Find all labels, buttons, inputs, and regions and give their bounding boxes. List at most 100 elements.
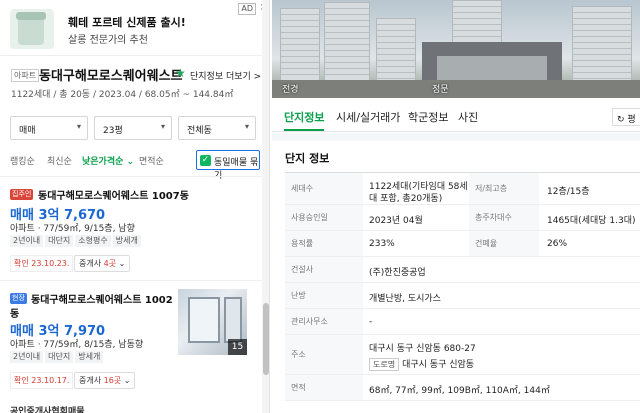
photo-label-gate: 정문 bbox=[432, 85, 449, 95]
info-value-cont: 대 포함, 총20개동) bbox=[369, 194, 443, 204]
info-value: 개별난방, 도시가스 bbox=[369, 294, 441, 304]
listing-title: 동대구해모로스퀘어웨스트 1007동 bbox=[38, 191, 189, 202]
chip: 대단지 bbox=[45, 351, 74, 363]
agent-count: 16곳 bbox=[103, 376, 122, 385]
info-key: 면적 bbox=[285, 375, 363, 400]
road-name-tag: 도로명 bbox=[369, 358, 400, 371]
complex-info-table: 세대수 1122세대(기타임대 58세 대 포함, 총20개동) 저/최고층 1… bbox=[285, 172, 640, 401]
filter-bar: 매매 ▾ 23평 ▾ 전체동 ▾ bbox=[0, 116, 269, 140]
refresh-button[interactable]: ↻ 평 bbox=[612, 108, 640, 126]
agent-count: 4곳 bbox=[103, 259, 117, 268]
info-value: 대구시 동구 신암동 680-27 bbox=[369, 344, 476, 354]
listing-title-cont: 동 bbox=[10, 309, 20, 320]
ad-title: 훼테 포르테 신제품 출시! bbox=[68, 16, 186, 29]
complex-photo[interactable]: 전경 정문 bbox=[272, 0, 640, 98]
road-address: 도로명 대구시 동구 신암동 bbox=[369, 357, 474, 371]
agent-label: 중개사 bbox=[79, 259, 102, 268]
info-key: 저/최고층 bbox=[469, 173, 539, 204]
detail-panel: 전경 정문 단지정보 시세/실거래가 학군정보 사진 ↻ 평 단지 정보 세대수… bbox=[272, 0, 640, 413]
sort-bar: 랭킹순 최신순 낮은가격순 ⌄ 면적순 ✓ 동일매물 묶기 bbox=[0, 149, 269, 181]
agent-label: 중개사 bbox=[79, 376, 102, 385]
info-value: 2023년 04월 bbox=[369, 216, 423, 226]
chip: 소형평수 bbox=[75, 235, 111, 247]
select-value: 전체동 bbox=[187, 126, 212, 136]
chip: 대단지 bbox=[45, 235, 74, 247]
listing-desc: 아파트 · 77/59㎡, 8/15층, 남동향 bbox=[10, 340, 144, 350]
listing-item[interactable]: 집주인 동대구해모로스퀘어웨스트 1007동 매매 3억 7,670 아파트 ·… bbox=[0, 176, 262, 274]
ad-product-image bbox=[10, 9, 54, 49]
info-row: 난방 개별난방, 도시가스 bbox=[285, 283, 640, 309]
select-value: 매매 bbox=[19, 126, 36, 136]
complex-meta: 1122세대 / 총 20동 / 2023.04 / 68.05㎡ ~ 144.… bbox=[11, 90, 234, 100]
complex-name: 동대구해모로스퀘어웨스트 bbox=[39, 69, 183, 84]
sort-ranking[interactable]: 랭킹순 bbox=[10, 154, 35, 167]
star-icon[interactable]: ★ bbox=[175, 66, 186, 80]
agent-dropdown[interactable]: 중개사 4곳 ⌄ bbox=[74, 255, 131, 272]
chip: 2년이내 bbox=[10, 235, 44, 247]
info-key: 건설사 bbox=[285, 257, 363, 282]
scrollbar[interactable] bbox=[262, 0, 269, 413]
chevron-down-icon: ⌄ bbox=[118, 259, 126, 268]
tab-photos[interactable]: 사진 bbox=[458, 109, 478, 125]
photo-label-view: 전경 bbox=[282, 85, 299, 95]
listing-title: 동대구해모로스퀘어웨스트 1002 bbox=[31, 295, 173, 306]
info-key: 주소 bbox=[285, 335, 363, 374]
info-value: 233% bbox=[369, 239, 395, 249]
complex-info-link[interactable]: 단지정보 더보기 > bbox=[190, 69, 261, 82]
chevron-down-icon: ▾ bbox=[76, 122, 81, 131]
sort-latest[interactable]: 최신순 bbox=[47, 154, 72, 167]
listing-item[interactable]: 현장 동대구해모로스퀘어웨스트 1002 동 매매 3억 7,970 아파트 ·… bbox=[0, 280, 262, 390]
confirm-date: 확인 23.10.17. bbox=[10, 372, 74, 389]
info-row: 관리사무소 - bbox=[285, 309, 640, 335]
trade-type-select[interactable]: 매매 ▾ bbox=[10, 116, 88, 140]
complex-header: 아파트 동대구해모로스퀘어웨스트 ★ 단지정보 더보기 > 1122세대 / 총… bbox=[0, 60, 269, 106]
listing-chips: 2년이내 대단지 방세개 bbox=[10, 351, 105, 364]
section-title: 단지 정보 bbox=[285, 152, 330, 165]
scrollbar-thumb[interactable] bbox=[263, 303, 269, 375]
info-key: 용적률 bbox=[285, 231, 363, 256]
active-tab-indicator bbox=[284, 129, 324, 131]
road-address-value: 대구시 동구 신암동 bbox=[402, 360, 475, 370]
listing-panel: 훼테 포르테 신제품 출시! 살롱 전문가의 추천 AD × 아파트 동대구해모… bbox=[0, 0, 270, 413]
agent-dropdown[interactable]: 중개사 16곳 ⌄ bbox=[74, 372, 136, 389]
group-same-listing-toggle[interactable]: ✓ 동일매물 묶기 bbox=[196, 150, 260, 181]
info-row: 주소 대구시 동구 신암동 680-27 도로명 대구시 동구 신암동 bbox=[285, 335, 640, 375]
info-row: 사용승인일 2023년 04월 총주차대수 1465대(세대당 1.3대) bbox=[285, 205, 640, 231]
info-row: 면적 68㎡, 77㎡, 99㎡, 109B㎡, 110A㎡, 144㎡ bbox=[285, 375, 640, 401]
section-header-cut: 공인중개사협회매물 bbox=[10, 407, 85, 413]
tab-complex-info[interactable]: 단지정보 bbox=[284, 109, 324, 125]
chevron-down-icon: ⌄ bbox=[123, 376, 131, 385]
listing-photo[interactable]: 15 bbox=[178, 289, 247, 355]
info-key: 세대수 bbox=[285, 173, 363, 204]
sort-low-price[interactable]: 낮은가격순 ⌄ bbox=[82, 154, 134, 167]
info-key: 난방 bbox=[285, 283, 363, 308]
chip: 방세개 bbox=[112, 235, 141, 247]
info-value: 1465대(세대당 1.3대) bbox=[547, 216, 636, 226]
area-select[interactable]: 23평 ▾ bbox=[94, 116, 172, 140]
ad-banner[interactable]: 훼테 포르테 신제품 출시! 살롱 전문가의 추천 AD × bbox=[0, 0, 269, 56]
owner-tag: 집주인 bbox=[10, 189, 34, 200]
info-value: - bbox=[369, 317, 373, 327]
photo-count: 15 bbox=[228, 339, 247, 355]
chevron-down-icon: ▾ bbox=[244, 122, 249, 131]
info-row: 세대수 1122세대(기타임대 58세 대 포함, 총20개동) 저/최고층 1… bbox=[285, 173, 640, 205]
tab-school[interactable]: 학군정보 bbox=[408, 109, 448, 125]
chip: 방세개 bbox=[75, 351, 104, 363]
onsite-tag: 현장 bbox=[10, 293, 27, 304]
building-select[interactable]: 전체동 ▾ bbox=[178, 116, 256, 140]
info-value: 68㎡, 77㎡, 99㎡, 109B㎡, 110A㎡, 144㎡ bbox=[369, 386, 550, 396]
info-row: 용적률 233% 건폐율 26% bbox=[285, 231, 640, 257]
info-key: 사용승인일 bbox=[285, 205, 363, 230]
chip: 2년이내 bbox=[10, 351, 44, 363]
info-row: 건설사 (주)한진중공업 bbox=[285, 257, 640, 283]
tab-price[interactable]: 시세/실거래가 bbox=[336, 109, 400, 125]
info-value: (주)한진중공업 bbox=[369, 268, 426, 278]
check-icon: ✓ bbox=[200, 155, 211, 166]
detail-tabs: 단지정보 시세/실거래가 학군정보 사진 ↻ 평 bbox=[272, 100, 640, 132]
info-key: 총주차대수 bbox=[469, 205, 539, 230]
info-key: 관리사무소 bbox=[285, 309, 363, 334]
info-key: 건폐율 bbox=[469, 231, 539, 256]
property-type-badge: 아파트 bbox=[11, 69, 40, 82]
sort-area[interactable]: 면적순 bbox=[139, 154, 164, 167]
info-value: 26% bbox=[547, 239, 568, 249]
